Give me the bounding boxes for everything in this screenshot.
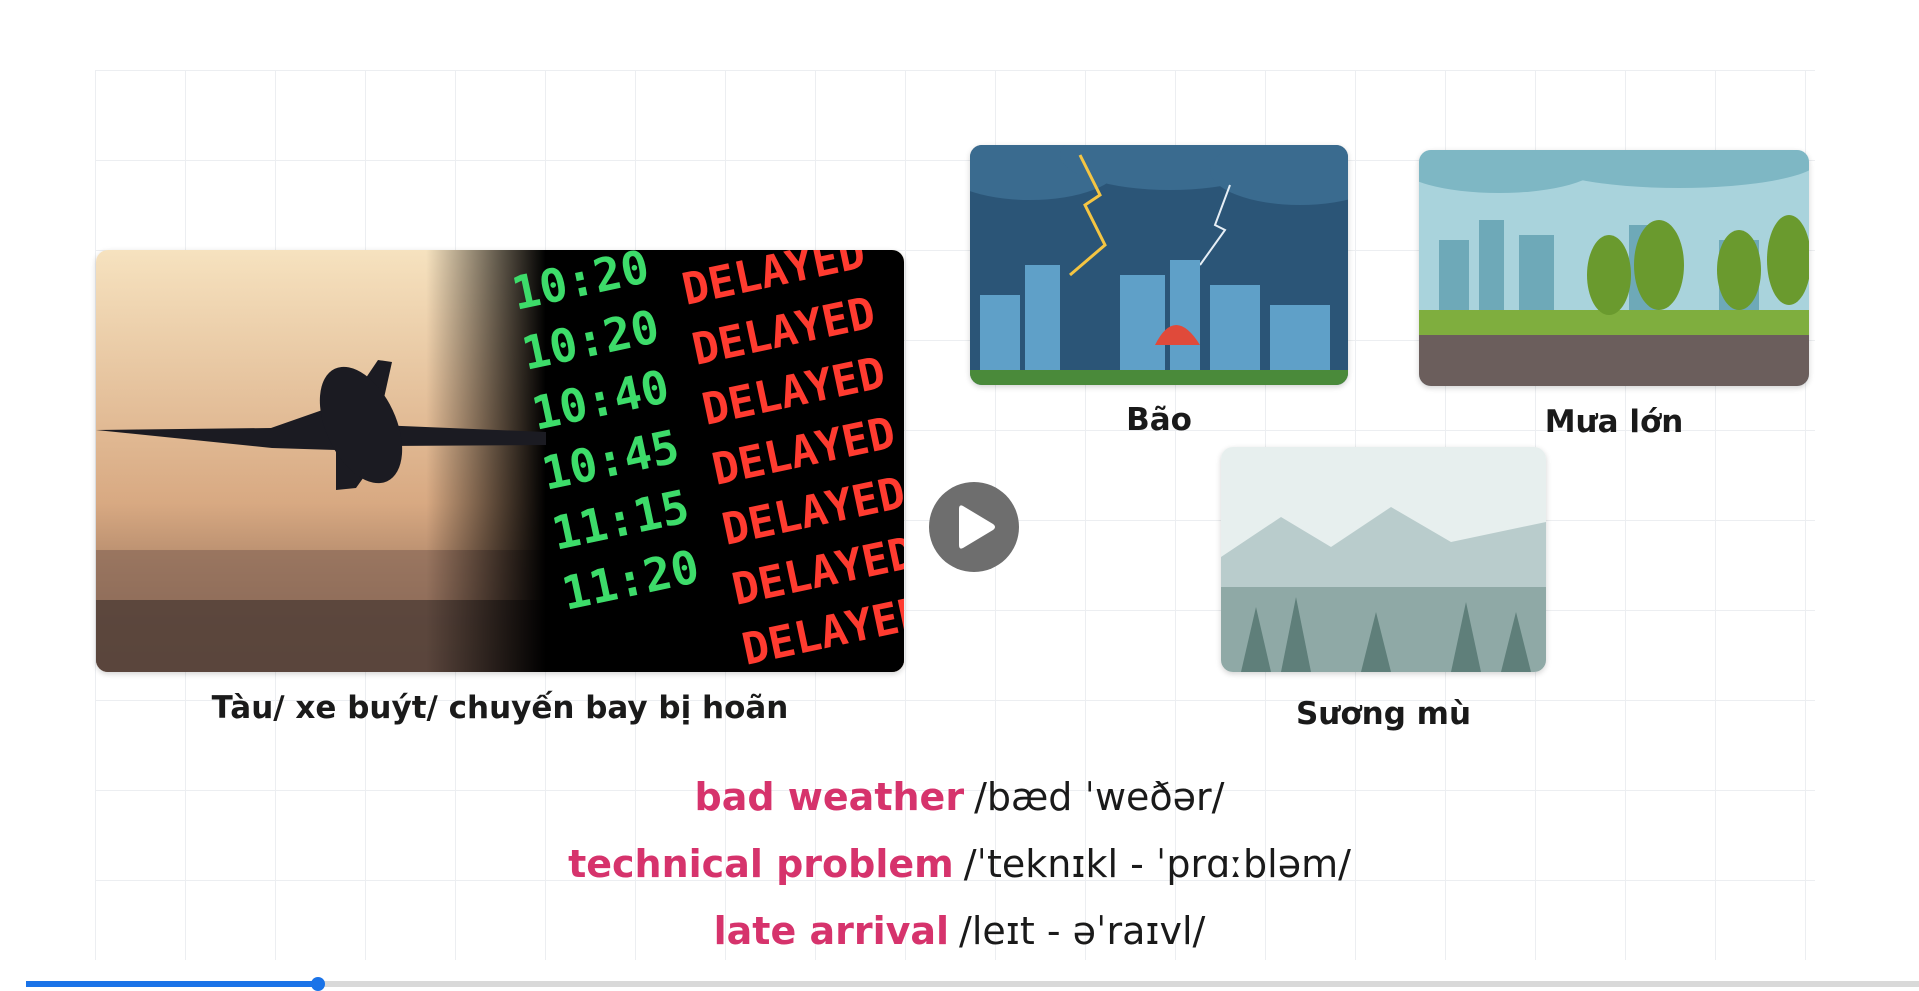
storm-image (970, 145, 1348, 385)
progress-scrubber[interactable] (310, 977, 325, 991)
vocab-ipa: /bæd ˈweðər/ (974, 775, 1225, 819)
vocab-line-1: bad weather/bæd ˈweðər/ (0, 778, 1919, 816)
caption-delay: Tàu/ xe buýt/ chuyến bay bị hoãn (211, 690, 789, 726)
vocab-ipa: /leɪt - əˈraɪvl/ (959, 909, 1206, 953)
vocab-term: bad weather (694, 775, 965, 819)
heavy-rain-image (1419, 150, 1809, 386)
vocab-line-2: technical problem/ˈteknɪkl - ˈprɑːbləm/ (0, 845, 1919, 883)
caption-heavy-rain: Mưa lớn (1544, 404, 1684, 440)
vocab-term: technical problem (568, 842, 954, 886)
flight-delay-image: 10:20 10:20 10:40 10:45 11:15 11:20 DELA… (96, 250, 904, 672)
vocab-line-3: late arrival/leɪt - əˈraɪvl/ (0, 912, 1919, 950)
video-progress-bar[interactable] (26, 977, 1919, 991)
caption-storm: Bão (1126, 402, 1192, 438)
vocab-term: late arrival (713, 909, 950, 953)
vocab-ipa: /ˈteknɪkl - ˈprɑːbləm/ (963, 842, 1351, 886)
fog-image (1221, 447, 1546, 672)
play-icon (959, 505, 995, 549)
caption-fog: Sương mù (1295, 696, 1472, 732)
progress-fill (26, 981, 318, 987)
play-button[interactable] (929, 482, 1019, 572)
